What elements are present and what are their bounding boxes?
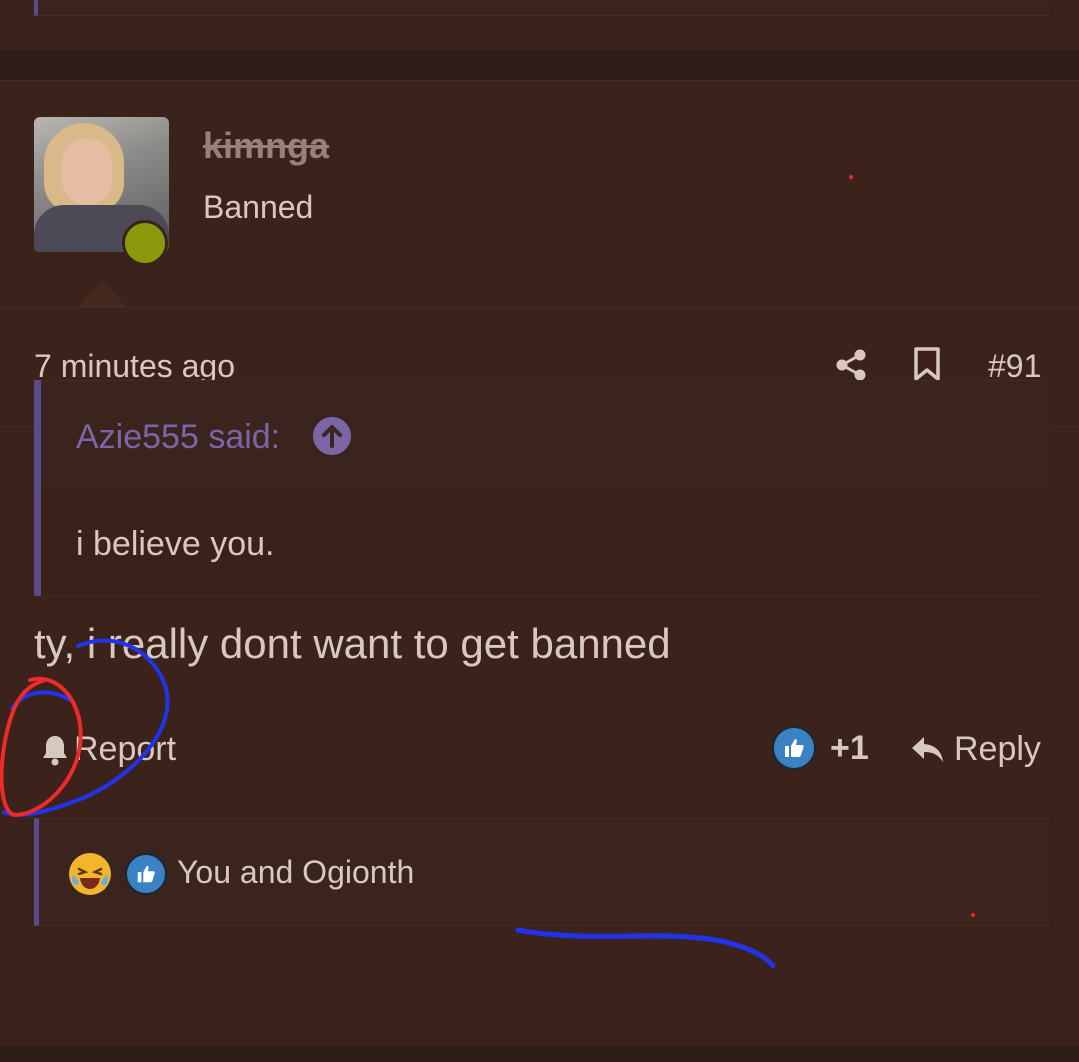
bookmark-icon[interactable] [912, 346, 942, 382]
post-body-text: ty, i really dont want to get banned [34, 620, 671, 667]
arrow-up-circle-icon[interactable] [313, 417, 351, 455]
user-title: Banned [203, 189, 314, 225]
post-user-header: kimnga Banned [0, 81, 1079, 308]
laughing-crying-emoji-icon [69, 853, 111, 895]
reply-arrow-icon [912, 736, 943, 762]
thumbs-up-reaction-icon [125, 853, 167, 895]
like-summary[interactable]: +1 [772, 726, 869, 770]
report-label: Report [74, 730, 177, 768]
reaction-users[interactable]: You and Ogionth [177, 854, 414, 891]
quote-text: i believe you. [76, 525, 275, 563]
post-actions: Report +1 Reply [0, 700, 1079, 800]
previous-post-quote [34, 0, 1049, 16]
quote-header: Azie555 said: [41, 380, 1045, 492]
reply-label: Reply [954, 730, 1041, 768]
username[interactable]: kimnga [203, 125, 329, 167]
user-header-tip [78, 279, 126, 307]
quote-author[interactable]: Azie555 said: [76, 418, 280, 457]
avatar-face [62, 139, 112, 205]
share-icon[interactable] [834, 348, 868, 382]
report-button[interactable]: Report [40, 730, 176, 769]
quote-block: Azie555 said: i believe you. [34, 380, 1052, 597]
bell-icon [43, 735, 67, 765]
reactions-bar[interactable]: You and Ogionth [34, 818, 1050, 926]
online-status-dot [122, 220, 168, 266]
previous-post [0, 0, 1079, 50]
forum-thread-page: kimnga Banned 7 minutes ago #91 Azie555 … [0, 0, 1079, 1062]
quote-body: i believe you. [41, 491, 1045, 597]
reply-button[interactable]: Reply [910, 730, 1041, 769]
thumbs-up-icon [772, 726, 816, 770]
like-count: +1 [830, 728, 869, 767]
